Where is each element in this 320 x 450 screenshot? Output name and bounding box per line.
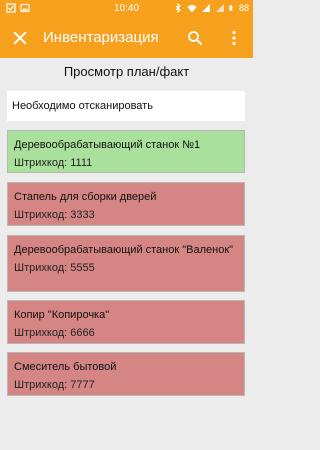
- notice-text: Необходимо отсканировать: [12, 100, 153, 112]
- more-vert-icon: [232, 30, 236, 46]
- app-title: Инвентаризация: [43, 29, 159, 46]
- wifi-icon: [187, 5, 197, 13]
- item-name: Деревообрабатывающий станок №1: [14, 139, 201, 151]
- app-bar: Инвентаризация: [0, 18, 253, 58]
- close-icon: [13, 31, 27, 45]
- list-item[interactable]: Стапель для сборки дверей Штрихкод: 3333: [7, 182, 245, 226]
- item-name: Копир "Копирочка": [14, 309, 110, 321]
- list-item[interactable]: Деревообрабатывающий станок №1 Штрихкод:…: [7, 130, 245, 173]
- item-barcode: Штрихкод: 5555: [14, 262, 95, 274]
- item-barcode: Штрихкод: 7777: [14, 379, 95, 391]
- close-button[interactable]: [8, 26, 32, 50]
- item-barcode: Штрихкод: 6666: [14, 327, 95, 339]
- list-item[interactable]: Деревообрабатывающий станок "Валенок" Шт…: [7, 235, 245, 292]
- item-barcode: Штрихкод: 1111: [14, 157, 93, 169]
- item-name: Деревообрабатывающий станок "Валенок": [14, 244, 234, 256]
- list-item[interactable]: Смеситель бытовой Штрихкод: 7777: [7, 352, 245, 396]
- bluetooth-icon: [175, 3, 181, 13]
- page-title: Просмотр план/факт: [63, 64, 190, 79]
- status-bar: 10:40 88: [0, 0, 253, 18]
- notice-box: Необходимо отсканировать: [7, 91, 245, 121]
- more-options-button[interactable]: [222, 26, 246, 50]
- search-icon: [188, 31, 203, 46]
- status-right-icons: 88: [173, 3, 249, 13]
- item-barcode: Штрихкод: 3333: [14, 209, 95, 221]
- item-name: Смеситель бытовой: [14, 361, 117, 373]
- item-name: Стапель для сборки дверей: [14, 191, 157, 203]
- signal-icon: [201, 4, 210, 12]
- battery-level: 88: [238, 3, 249, 13]
- signal-icon: [215, 4, 224, 12]
- search-button[interactable]: [183, 26, 207, 50]
- battery-icon: [229, 5, 233, 11]
- list-item[interactable]: Копир "Копирочка" Штрихкод: 6666: [7, 300, 245, 344]
